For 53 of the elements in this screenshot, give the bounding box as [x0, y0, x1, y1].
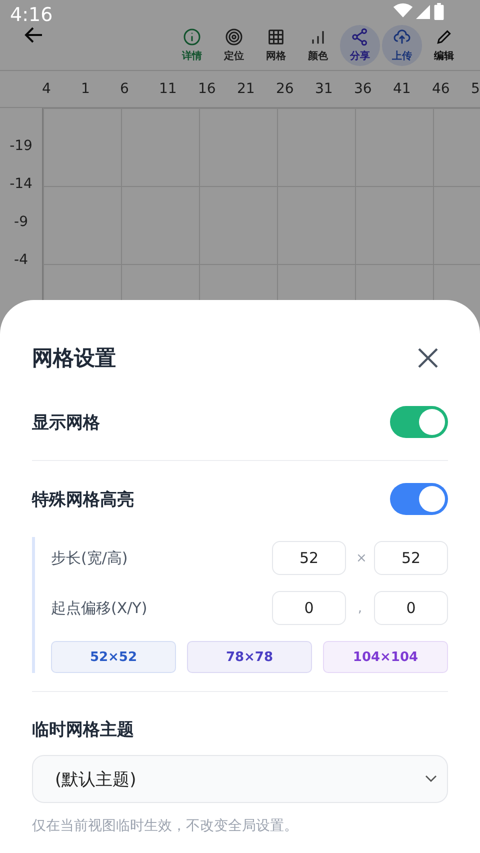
preset-button[interactable]: 52×52	[51, 641, 176, 673]
hint-text: 仅在当前视图临时生效，不改变全局设置。	[32, 817, 299, 835]
offset-x-field[interactable]: 0	[272, 591, 346, 625]
separator-text: ×	[356, 550, 364, 566]
toolbar-button[interactable]: 定位	[214, 24, 254, 66]
status-time: 4:16	[10, 4, 53, 26]
ruler-label: 5	[471, 81, 480, 97]
target-icon	[224, 26, 244, 46]
theme-dropdown[interactable]: (默认主题)	[32, 755, 448, 803]
battery-icon	[434, 3, 444, 20]
offset-y-field[interactable]: 0	[374, 591, 448, 625]
section-heading: 临时网格主题	[32, 719, 135, 741]
axis-label: -19	[10, 138, 32, 154]
separator-text: ,	[356, 600, 364, 616]
toggle-switch[interactable]	[390, 483, 448, 515]
info-icon	[182, 26, 202, 46]
setting-label: 特殊网格高亮	[32, 488, 134, 510]
axis-label: -14	[10, 176, 32, 192]
toolbar-button[interactable]: 详情	[172, 24, 212, 66]
ruler-label: 41	[393, 81, 412, 97]
ruler-label: 16	[198, 81, 217, 97]
ruler-label: 31	[315, 81, 334, 97]
cloud-upload-icon	[392, 26, 412, 46]
toolbar-button[interactable]: 分享	[340, 24, 380, 66]
preset-button[interactable]: 104×104	[323, 641, 448, 673]
preset-button[interactable]: 78×78	[187, 641, 312, 673]
ruler-label: 46	[432, 81, 451, 97]
chevron-down-icon	[425, 775, 437, 783]
axis-label: -9	[14, 214, 28, 230]
ruler-label: 26	[276, 81, 295, 97]
ruler-label: 36	[354, 81, 373, 97]
toolbar-button[interactable]: 编辑	[424, 24, 464, 66]
close-icon[interactable]	[416, 346, 440, 370]
height-field[interactable]: 52	[374, 541, 448, 575]
toggle-switch[interactable]	[390, 406, 448, 438]
ruler-label: 6	[120, 81, 130, 97]
field-label: 步长(宽/高)	[51, 548, 128, 568]
toolbar-button[interactable]: 上传	[382, 24, 422, 66]
toolbar-button[interactable]: 网格	[256, 24, 296, 66]
share-icon	[350, 26, 370, 46]
width-field[interactable]: 52	[272, 541, 346, 575]
ruler-label: 21	[237, 81, 256, 97]
ruler-label: 11	[159, 81, 178, 97]
grid-icon	[266, 26, 286, 46]
axis-label: -4	[14, 252, 28, 268]
wifi-icon	[392, 3, 414, 19]
field-label: 起点偏移(X/Y)	[51, 598, 148, 618]
ruler-label: 4	[42, 81, 52, 97]
setting-label: 显示网格	[32, 412, 100, 434]
sheet-title: 网格设置	[32, 345, 116, 372]
signal-icon	[416, 5, 430, 19]
ruler-label: 1	[81, 81, 91, 97]
toolbar-button[interactable]: 颜色	[298, 24, 338, 66]
